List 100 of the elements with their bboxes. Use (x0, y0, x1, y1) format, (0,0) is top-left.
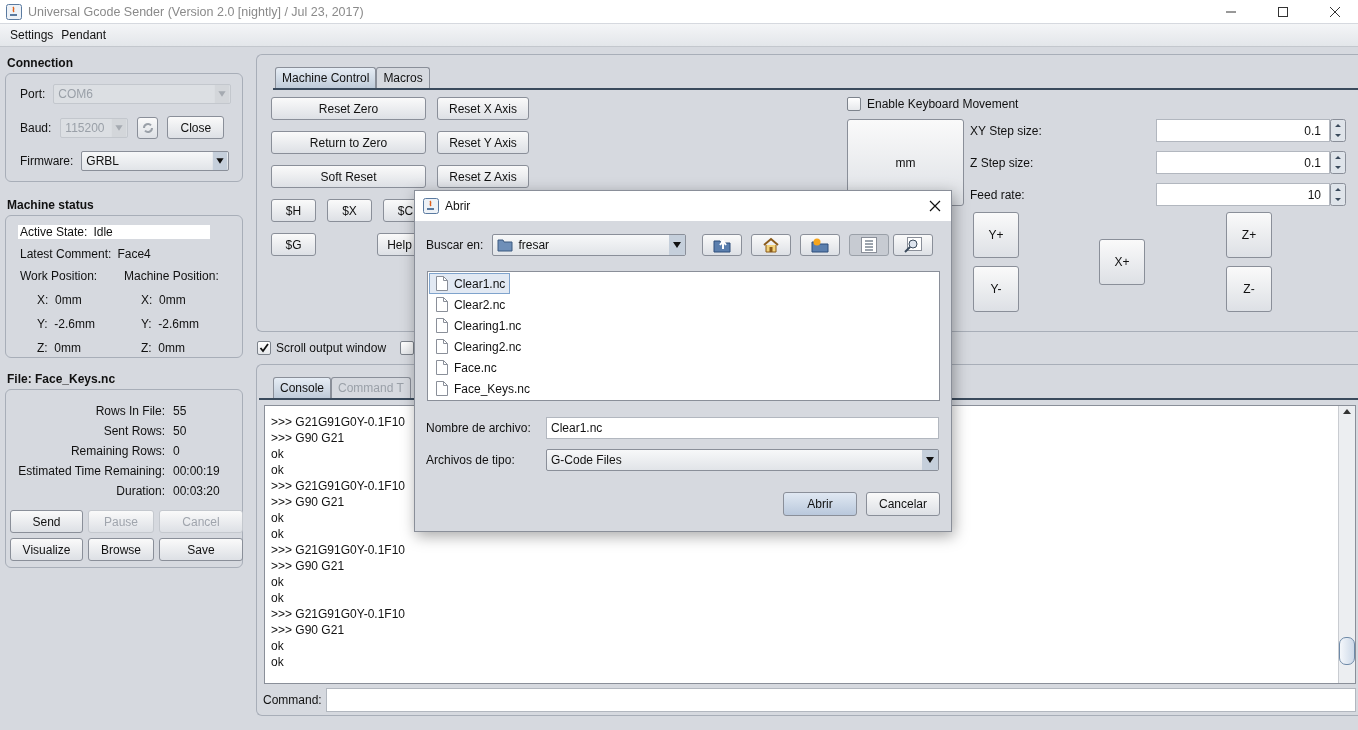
checkbox[interactable] (400, 341, 415, 355)
action-button[interactable]: Reset Y Axis (437, 131, 529, 154)
stat-label: Rows In File: (94, 404, 165, 418)
file-icon (436, 360, 448, 375)
jog-button[interactable]: Z- (1226, 266, 1272, 312)
home-icon (762, 237, 781, 253)
refresh-icon (141, 121, 154, 134)
dialog-title: Abrir (445, 199, 472, 213)
stat-value: 0 (173, 444, 181, 458)
stat-label: Remaining Rows: (69, 444, 165, 458)
dialog-button[interactable]: Abrir (783, 492, 857, 516)
checkbox[interactable] (847, 97, 861, 111)
file-icon (436, 381, 448, 396)
action-button[interactable]: Reset Zero (271, 97, 426, 120)
position-value: Y: -2.6mm (140, 317, 201, 331)
jog-button[interactable]: Z+ (1226, 212, 1272, 258)
menu-item[interactable]: Pendant (61, 28, 107, 42)
scrollbar-thumb[interactable] (1339, 637, 1355, 665)
folder-dropdown[interactable]: fresar (492, 234, 687, 256)
toolbar-button[interactable] (893, 234, 934, 256)
window-title: Universal Gcode Sender (Version 2.0 [nightly] / Jul 23, 2017) (28, 4, 365, 19)
console-line: ok (271, 590, 284, 606)
command-input[interactable] (325, 688, 1356, 712)
file-type-dropdown[interactable]: G-Code Files (546, 449, 939, 471)
field-label: Command: (263, 693, 322, 707)
file-item[interactable]: Clearing1.nc (429, 315, 527, 336)
field-label: Active State: (20, 225, 88, 239)
console-line: >>> G21G91G0Y-0.1F10 (271, 414, 405, 430)
comment-value: Face4 (117, 247, 151, 261)
field-label: Port: (20, 87, 46, 101)
jog-button[interactable]: Y- (973, 266, 1019, 312)
command-button[interactable]: $G (271, 233, 316, 256)
console-line: >>> G90 G21 (271, 494, 345, 510)
console-line: ok (271, 526, 284, 542)
tab[interactable]: Macros (376, 67, 430, 88)
file-name-field[interactable]: Clear1.nc (546, 417, 939, 439)
file-icon (436, 297, 448, 312)
checkbox-label: Enable Keyboard Movement (867, 97, 1019, 111)
action-button[interactable]: Reset Z Axis (437, 165, 529, 188)
new-folder-icon (811, 237, 830, 253)
console-line: ok (271, 574, 284, 590)
field-label: Baud: (20, 120, 52, 135)
file-icon (436, 339, 448, 354)
stat-label: Duration: (115, 484, 165, 498)
field-label: Latest Comment: (20, 247, 112, 261)
section-title: Machine status (7, 198, 95, 212)
position-value: Z: 0mm (36, 341, 82, 355)
field-label: Nombre de archivo: (426, 421, 532, 435)
toolbar-button[interactable] (702, 234, 743, 256)
action-button[interactable]: Soft Reset (271, 165, 426, 188)
java-cup-icon (423, 198, 439, 214)
refresh-button[interactable] (137, 116, 159, 139)
stat-label: Sent Rows: (102, 424, 165, 438)
position-value: X: 0mm (140, 293, 187, 307)
position-value: X: 0mm (36, 293, 83, 307)
jog-button[interactable]: X+ (1099, 239, 1145, 285)
menu-item[interactable]: Settings (10, 28, 54, 42)
action-button[interactable]: Return to Zero (271, 131, 426, 154)
file-item[interactable]: Clear1.nc (429, 273, 511, 294)
command-button[interactable]: $X (327, 199, 372, 222)
stat-value: 55 (173, 404, 188, 418)
dialog-button[interactable]: Cancelar (866, 492, 940, 516)
file-button[interactable]: Send (10, 510, 83, 533)
folder-up-icon (713, 237, 732, 253)
toolbar-button[interactable] (800, 234, 841, 256)
console-line: ok (271, 446, 284, 462)
file-button[interactable]: Save (159, 538, 243, 561)
toolbar-button[interactable] (751, 234, 792, 256)
toolbar-button[interactable] (849, 234, 890, 256)
file-button[interactable]: Visualize (10, 538, 83, 561)
stat-value: 50 (173, 424, 188, 438)
action-button[interactable]: Reset X Axis (437, 97, 529, 120)
close-button[interactable]: Close (167, 116, 225, 139)
scrollbar[interactable] (1338, 406, 1355, 683)
firmware-dropdown[interactable]: GRBL (81, 151, 230, 171)
tab[interactable]: Machine Control (275, 67, 377, 88)
column-heading: Work Position: (20, 269, 99, 283)
file-item[interactable]: Face.nc (429, 357, 502, 378)
section-title: Connection (7, 56, 74, 70)
file-button[interactable]: Browse (88, 538, 154, 561)
console-line: >>> G21G91G0Y-0.1F10 (271, 542, 405, 558)
java-cup-icon (6, 3, 22, 20)
tab[interactable]: Console (273, 377, 332, 398)
file-item[interactable]: Clear2.nc (429, 294, 511, 315)
file-icon (436, 318, 448, 333)
console-line: ok (271, 654, 284, 670)
column-heading: Machine Position: (124, 269, 220, 283)
file-item[interactable]: Clearing2.nc (429, 336, 527, 357)
stat-value: 00:03:20 (173, 484, 221, 498)
console-line: >>> G90 G21 (271, 430, 345, 446)
command-button[interactable]: $H (271, 199, 316, 222)
file-item[interactable]: Face_Keys.nc (429, 378, 536, 399)
section-title: File: Face_Keys.nc (7, 372, 117, 386)
checkbox[interactable] (257, 341, 271, 355)
stat-label: Estimated Time Remaining: (17, 464, 165, 478)
jog-button[interactable]: Y+ (973, 212, 1019, 258)
console-line: ok (271, 510, 284, 526)
console-line: ok (271, 638, 284, 654)
close-icon[interactable] (929, 200, 941, 212)
position-value: Z: 0mm (140, 341, 186, 355)
